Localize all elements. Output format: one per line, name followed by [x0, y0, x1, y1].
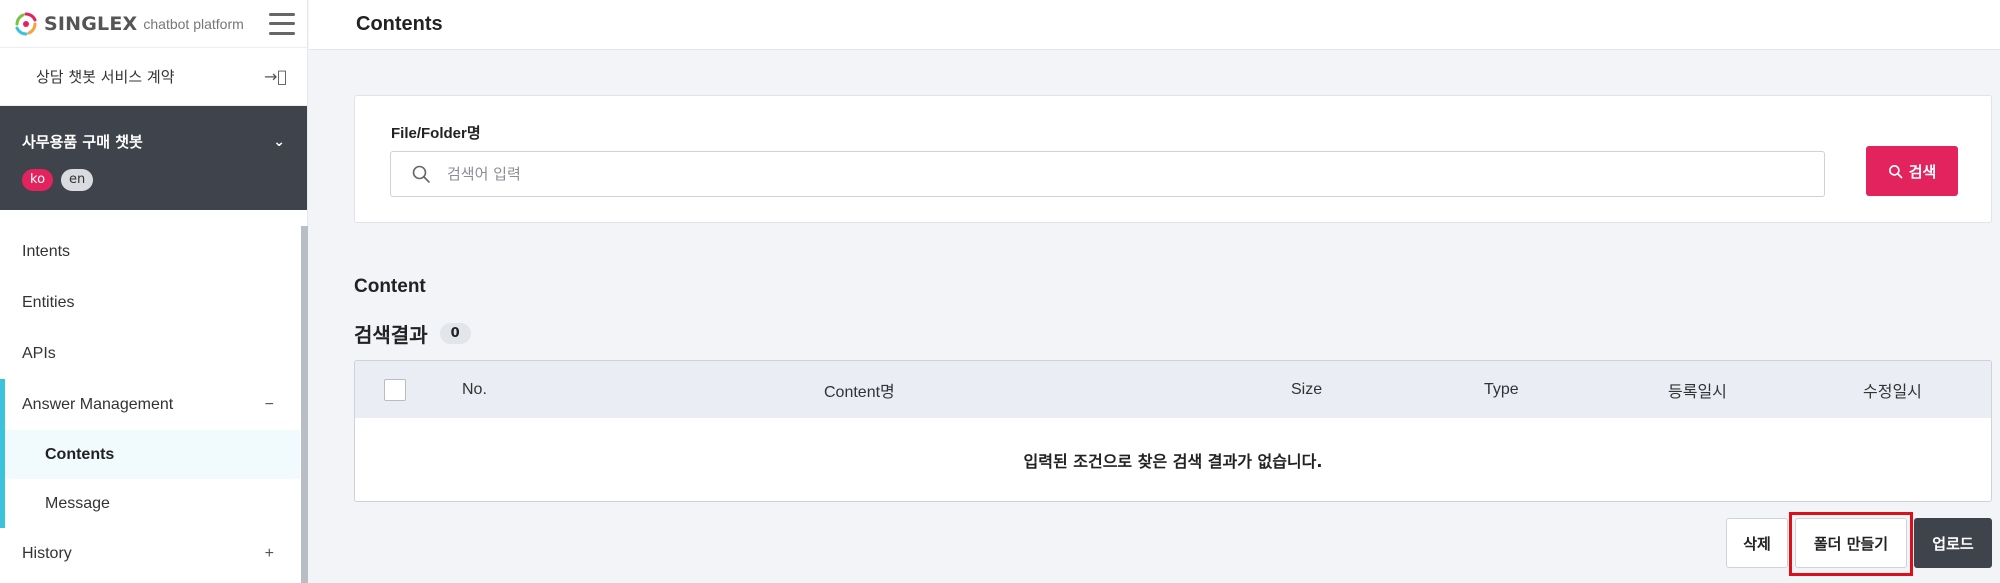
- language-switcher: ko en: [22, 169, 285, 191]
- sidebar-item-label: APIs: [22, 344, 56, 362]
- logo-text: SINGLEX: [44, 12, 138, 35]
- empty-result-message: 입력된 조건으로 찾은 검색 결과가 없습니다.: [1023, 452, 1323, 471]
- search-button-label: 검색: [1908, 163, 1937, 181]
- section-title: Content: [354, 276, 426, 297]
- lang-en-pill[interactable]: en: [61, 169, 94, 191]
- lang-ko-pill[interactable]: ko: [22, 169, 54, 191]
- search-button[interactable]: 검색: [1866, 146, 1958, 196]
- expand-icon[interactable]: +: [265, 545, 274, 563]
- create-folder-button[interactable]: 폴더 만들기: [1795, 518, 1907, 568]
- sidebar-item-label: Intents: [22, 242, 71, 260]
- sidebar-item-answer-management[interactable]: Answer Management −: [5, 379, 300, 430]
- bot-selector[interactable]: 사무용품 구매 챗봇 ⌄: [22, 106, 285, 152]
- column-header-modified-at[interactable]: 수정일시: [1863, 361, 1922, 418]
- table-header: No. Content명 Size Type 등록일시 수정일시: [355, 361, 1991, 418]
- search-field-label: File/Folder명: [391, 125, 481, 142]
- sidebar-menu: Intents Entities APIs Answer Management …: [0, 226, 300, 579]
- search-icon: [1888, 164, 1903, 178]
- column-header-no[interactable]: No.: [462, 361, 487, 418]
- search-box[interactable]: [390, 151, 1825, 197]
- content-table: No. Content명 Size Type 등록일시 수정일시 입력된 조건으…: [354, 360, 1992, 502]
- contract-selector[interactable]: 상담 챗봇 서비스 계약 →⃞: [0, 48, 307, 106]
- page-header: Contents: [309, 0, 2000, 50]
- sidebar-item-label: History: [22, 544, 72, 562]
- sidebar-item-history[interactable]: History +: [0, 528, 300, 579]
- sidebar-item-label: Answer Management: [22, 395, 174, 413]
- search-input[interactable]: [447, 165, 1824, 183]
- sidebar-item-label: Entities: [22, 293, 75, 311]
- contract-label: 상담 챗봇 서비스 계약: [36, 68, 175, 86]
- column-header-type[interactable]: Type: [1484, 361, 1519, 418]
- column-header-created-at[interactable]: 등록일시: [1668, 361, 1727, 418]
- search-icon: [412, 165, 430, 183]
- search-card: File/Folder명 검색: [354, 95, 1992, 223]
- bot-name: 사무용품 구매 챗봇: [22, 133, 143, 151]
- result-count-badge: 0: [439, 323, 471, 344]
- sidebar-item-entities[interactable]: Entities: [0, 277, 300, 328]
- sidebar-scrollbar[interactable]: [301, 226, 308, 583]
- logo-subtitle: chatbot platform: [143, 15, 244, 32]
- sidebar-item-contents[interactable]: Contents: [5, 430, 300, 479]
- result-label: 검색결과: [354, 323, 428, 347]
- sidebar-item-label: Contents: [45, 445, 115, 463]
- sidebar: SINGLEX chatbot platform 상담 챗봇 서비스 계약 →⃞…: [0, 0, 308, 583]
- select-all-cell: [384, 361, 406, 418]
- sidebar-group-answer-management: Answer Management − Contents Message: [0, 379, 300, 528]
- column-header-size[interactable]: Size: [1291, 361, 1322, 418]
- singlex-logo-icon: [15, 12, 37, 35]
- sidebar-item-apis[interactable]: APIs: [0, 328, 300, 379]
- bot-panel: 사무용품 구매 챗봇 ⌄ ko en: [0, 106, 307, 210]
- column-header-content-name[interactable]: Content명: [824, 361, 895, 418]
- delete-button[interactable]: 삭제: [1726, 518, 1788, 568]
- logo-bar: SINGLEX chatbot platform: [0, 0, 307, 48]
- sidebar-item-message[interactable]: Message: [5, 479, 300, 528]
- hamburger-menu-icon[interactable]: [269, 12, 295, 35]
- sidebar-item-intents[interactable]: Intents: [0, 226, 300, 277]
- collapse-icon[interactable]: −: [265, 396, 274, 414]
- sidebar-item-label: Message: [45, 494, 110, 512]
- upload-button[interactable]: 업로드: [1914, 518, 1992, 568]
- select-all-checkbox[interactable]: [384, 378, 406, 401]
- chevron-down-icon[interactable]: ⌄: [273, 134, 285, 150]
- exit-icon[interactable]: →⃞: [264, 67, 287, 86]
- result-heading: 검색결과 0: [354, 319, 471, 348]
- page-title: Contents: [356, 13, 443, 35]
